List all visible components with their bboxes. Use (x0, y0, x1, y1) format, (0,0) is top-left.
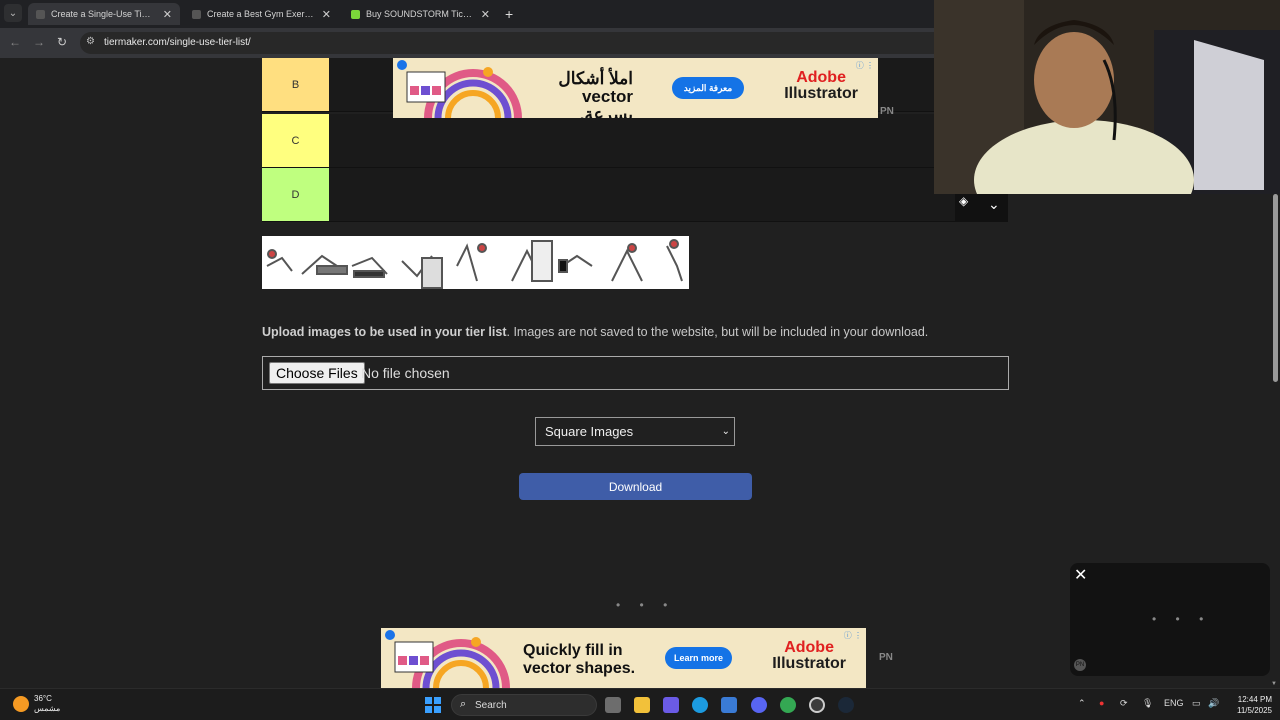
tiermaker-favicon-icon (192, 9, 201, 19)
search-label: Search (475, 700, 507, 711)
new-tab-button[interactable]: + (505, 6, 513, 22)
taskbar-search[interactable]: ⌕ Search (451, 694, 597, 716)
tab-title: Create a Single-Use Tier List (Pe (51, 9, 155, 19)
pn-badge: PN (1074, 659, 1086, 671)
tier-row-d: D (262, 168, 1008, 222)
upload-instructions-rest: . Images are not saved to the website, b… (506, 325, 929, 339)
scrollbar-thumb[interactable] (1273, 194, 1278, 382)
adobe-illustrator-logo: Adobe Illustrator (772, 640, 846, 672)
weather-description: مشمس (34, 704, 61, 713)
sync-icon[interactable]: ⟳ (1120, 698, 1128, 709)
mini-video-player[interactable]: ✕ • • • PN (1070, 563, 1270, 676)
gym-exercise-images-icon (262, 236, 689, 289)
tab-search-button[interactable]: ⌄ (4, 4, 22, 22)
tier-dropzone[interactable] (330, 114, 1008, 167)
language-indicator[interactable]: ENG (1164, 698, 1184, 708)
ad-headline: Quickly fill in vector shapes. (523, 642, 636, 677)
adobe-illustrator-logo: Adobe Illustrator (784, 70, 858, 102)
tier-label-b[interactable]: B (262, 58, 329, 111)
tray-app-icon[interactable]: ● (1099, 698, 1104, 708)
clock-time: 12:44 PM (1237, 695, 1272, 704)
obs-icon[interactable] (809, 697, 825, 713)
ad-artwork-icon (406, 67, 522, 118)
volume-icon[interactable]: 🔊 (1208, 698, 1219, 709)
steam-icon[interactable] (838, 697, 854, 713)
ad-brand-line2: Illustrator (772, 655, 846, 672)
site-info-icon[interactable]: ⚙ (86, 36, 95, 47)
address-bar[interactable]: ⚙ tiermaker.com/single-use-tier-list/ (80, 32, 934, 54)
pn-label: PN (880, 106, 894, 117)
download-button[interactable]: Download (519, 473, 752, 500)
close-icon[interactable]: ✕ (322, 8, 331, 21)
weather-widget[interactable]: 36°C مشمس (13, 694, 60, 714)
tier-row-c: C (262, 114, 1008, 168)
tab-single-use-tier-list[interactable]: Create a Single-Use Tier List (Pe ✕ (28, 3, 180, 25)
tier-dropzone[interactable] (330, 168, 1008, 221)
ad-info-icon[interactable]: ⓘ ⋮ (856, 60, 874, 71)
tab-title: Create a Best Gym Exercises (10 (207, 9, 314, 19)
upload-instructions-bold: Upload images to be used in your tier li… (262, 325, 507, 339)
ad-info-icon[interactable]: ⓘ ⋮ (844, 630, 862, 641)
windows-taskbar: 36°C مشمس ⌕ Search ⌃ ● ⟳ 🎙 ENG ▭ 🔊 12:44… (0, 688, 1280, 720)
image-shape-selected: Square Images (545, 424, 634, 439)
ad-cta-button[interactable]: Learn more (665, 647, 732, 669)
chevron-up-icon[interactable]: ⌃ (1078, 698, 1086, 709)
forward-arrow-icon[interactable]: → (33, 35, 45, 49)
ad-brand-line1: Adobe (784, 639, 834, 656)
back-arrow-icon[interactable]: ← (9, 35, 21, 49)
pn-label: PN (879, 652, 893, 663)
tab-soundstorm-tickets[interactable]: Buy SOUNDSTORM Tickets 202 ✕ (343, 3, 498, 25)
url-text[interactable]: tiermaker.com/single-use-tier-list/ (104, 37, 251, 48)
ad-brand-line2: Illustrator (784, 85, 858, 102)
store-icon[interactable] (721, 697, 737, 713)
ad-headline: املأ أشكال vector بسرعة. (558, 69, 633, 119)
advertisement-bottom[interactable]: Quickly fill in vector shapes. Learn mor… (381, 628, 866, 688)
microphone-icon[interactable]: 🎙 (1142, 698, 1153, 709)
tier-label-c[interactable]: C (262, 114, 329, 167)
chevron-down-icon: ⌄ (721, 426, 730, 437)
tab-gym-exercises[interactable]: Create a Best Gym Exercises (10 ✕ (184, 3, 339, 25)
file-status-text: No file chosen (361, 365, 450, 381)
close-icon[interactable]: ✕ (163, 8, 172, 21)
temperature: 36°C (34, 694, 52, 703)
ticket-site-favicon-icon (351, 9, 360, 19)
copilot-icon[interactable] (663, 697, 679, 713)
webcam-feed-image (934, 0, 1280, 194)
advertisement-top[interactable]: املأ أشكال vector بسرعة. معرفة المزيد Ad… (393, 58, 878, 118)
tab-title: Buy SOUNDSTORM Tickets 202 (366, 9, 473, 19)
file-explorer-icon[interactable] (634, 697, 650, 713)
sun-icon (13, 696, 29, 712)
reload-icon[interactable]: ↻ (57, 35, 67, 49)
ad-cta-button[interactable]: معرفة المزيد (672, 77, 744, 99)
tiermaker-favicon-icon (36, 9, 45, 19)
tab-strip: ⌄ Create a Single-Use Tier List (Pe ✕ Cr… (0, 0, 934, 28)
browser-toolbar: ← → ↻ ⚙ tiermaker.com/single-use-tier-li… (0, 28, 934, 58)
search-icon: ⌕ (460, 698, 467, 710)
close-icon[interactable]: ✕ (481, 8, 490, 21)
ad-brand-line1: Adobe (796, 69, 846, 86)
discord-icon[interactable] (751, 697, 767, 713)
scroll-down-icon[interactable]: ▼ (1271, 681, 1277, 687)
webcam-overlay (934, 0, 1280, 194)
upload-instructions: Upload images to be used in your tier li… (262, 325, 928, 339)
image-shape-select[interactable]: Square Images ⌄ (535, 417, 735, 446)
chrome-icon[interactable] (780, 697, 796, 713)
file-upload-field[interactable]: Choose Files No file chosen (262, 356, 1009, 390)
tier-label-d[interactable]: D (262, 168, 329, 221)
clock[interactable]: 12:44 PM 11/5/2025 (1228, 694, 1272, 716)
close-icon[interactable]: ✕ (1074, 565, 1087, 585)
task-view-icon[interactable] (605, 697, 621, 713)
windows-start-icon[interactable] (425, 697, 441, 713)
loading-dots: • • • (1152, 612, 1212, 626)
twitch-icon[interactable]: ◈ (959, 194, 968, 208)
loading-dots: • • • (616, 598, 676, 612)
ad-artwork-icon (394, 637, 510, 688)
network-icon[interactable]: ▭ (1192, 698, 1201, 709)
chevron-down-icon[interactable]: ⌄ (988, 196, 1000, 213)
edge-icon[interactable] (692, 697, 708, 713)
uploaded-image-strip[interactable] (262, 236, 689, 289)
choose-files-button[interactable]: Choose Files (269, 362, 365, 384)
clock-date: 11/5/2025 (1237, 706, 1272, 715)
